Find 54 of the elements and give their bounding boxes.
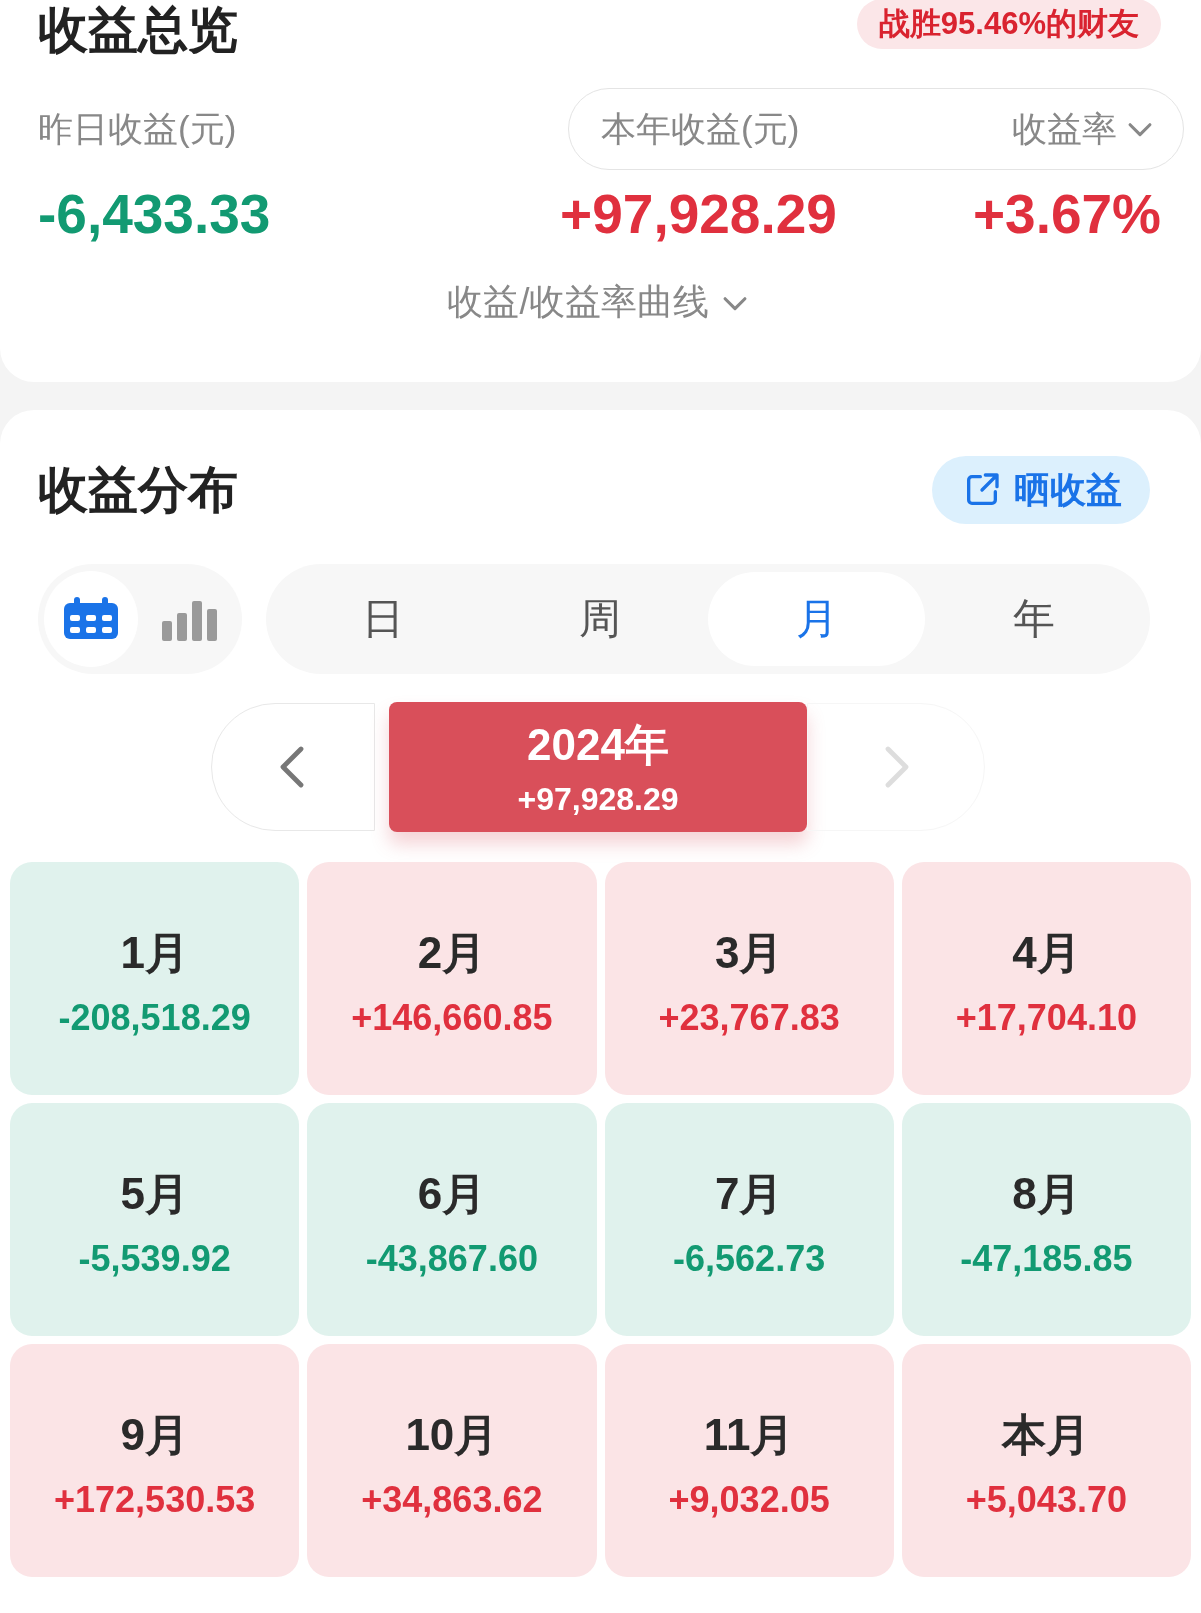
month-label: 4月 xyxy=(1012,927,1081,979)
month-value: -5,539.92 xyxy=(78,1238,231,1280)
period-tab[interactable]: 月 xyxy=(708,572,925,666)
month-cell[interactable]: 7月 -6,562.73 xyxy=(604,1103,894,1336)
month-label: 7月 xyxy=(714,1168,784,1220)
month-value: +5,043.70 xyxy=(965,1479,1127,1521)
month-value: +17,704.10 xyxy=(955,997,1137,1039)
month-cell[interactable]: 10月 +34,863.62 xyxy=(307,1344,597,1577)
month-cell[interactable]: 4月 +17,704.10 xyxy=(901,862,1191,1095)
section-title: 收益分布 xyxy=(38,460,238,520)
month-label: 2月 xyxy=(417,927,487,979)
share-button[interactable]: 晒收益 xyxy=(932,456,1150,524)
month-cell[interactable]: 3月 +23,767.83 xyxy=(604,862,894,1095)
month-cell[interactable]: 6月 -43,867.60 xyxy=(307,1103,597,1336)
month-cell[interactable]: 8月 -47,185.85 xyxy=(901,1103,1191,1336)
month-cell[interactable]: 2月 +146,660.85 xyxy=(307,862,597,1095)
yesterday-value: -6,433.33 xyxy=(38,182,271,246)
rate-value: +3.67% xyxy=(972,182,1161,246)
month-cell[interactable]: 11月 +9,032.05 xyxy=(604,1344,894,1577)
year-income-value: +97,928.29 xyxy=(560,182,837,246)
year-total: +97,928.29 xyxy=(517,781,679,818)
period-tab[interactable]: 周 xyxy=(491,572,708,666)
month-value: +9,032.05 xyxy=(668,1479,830,1521)
year-income-label: 本年收益(元) xyxy=(601,107,800,150)
month-value: -47,185.85 xyxy=(960,1238,1133,1280)
month-label: 10月 xyxy=(405,1409,499,1461)
calendar-icon[interactable] xyxy=(44,571,138,667)
month-cell[interactable]: 9月 +172,530.53 xyxy=(10,1344,300,1577)
month-value: +34,863.62 xyxy=(361,1479,543,1521)
month-value: -43,867.60 xyxy=(365,1238,538,1280)
month-cell[interactable]: 本月 +5,043.70 xyxy=(901,1344,1191,1577)
yesterday-label: 昨日收益(元) xyxy=(38,107,237,150)
month-label: 8月 xyxy=(1012,1168,1081,1220)
period-tab[interactable]: 日 xyxy=(274,572,491,666)
year-label: 2024年 xyxy=(527,719,669,771)
month-label: 3月 xyxy=(714,927,784,979)
month-label: 本月 xyxy=(1002,1409,1091,1461)
section-title: 收益总览 xyxy=(38,0,238,60)
month-label: 9月 xyxy=(120,1409,189,1461)
month-value: +172,530.53 xyxy=(54,1479,256,1521)
month-value: +146,660.85 xyxy=(351,997,553,1039)
month-cell[interactable]: 1月 -208,518.29 xyxy=(10,862,300,1095)
month-value: +23,767.83 xyxy=(658,997,840,1039)
month-label: 5月 xyxy=(120,1168,189,1220)
month-value: -6,562.73 xyxy=(673,1238,826,1280)
curve-link[interactable]: 收益/收益率曲线 xyxy=(447,278,710,327)
month-value: -208,518.29 xyxy=(58,997,251,1039)
rank-badge: 战胜95.46%的财友 xyxy=(856,0,1161,49)
month-label: 1月 xyxy=(120,927,189,979)
month-label: 6月 xyxy=(417,1168,487,1220)
month-label: 11月 xyxy=(703,1409,795,1461)
rate-label: 收益率 xyxy=(1012,107,1117,150)
period-tab[interactable]: 年 xyxy=(925,572,1142,666)
month-cell[interactable]: 5月 -5,539.92 xyxy=(10,1103,300,1336)
